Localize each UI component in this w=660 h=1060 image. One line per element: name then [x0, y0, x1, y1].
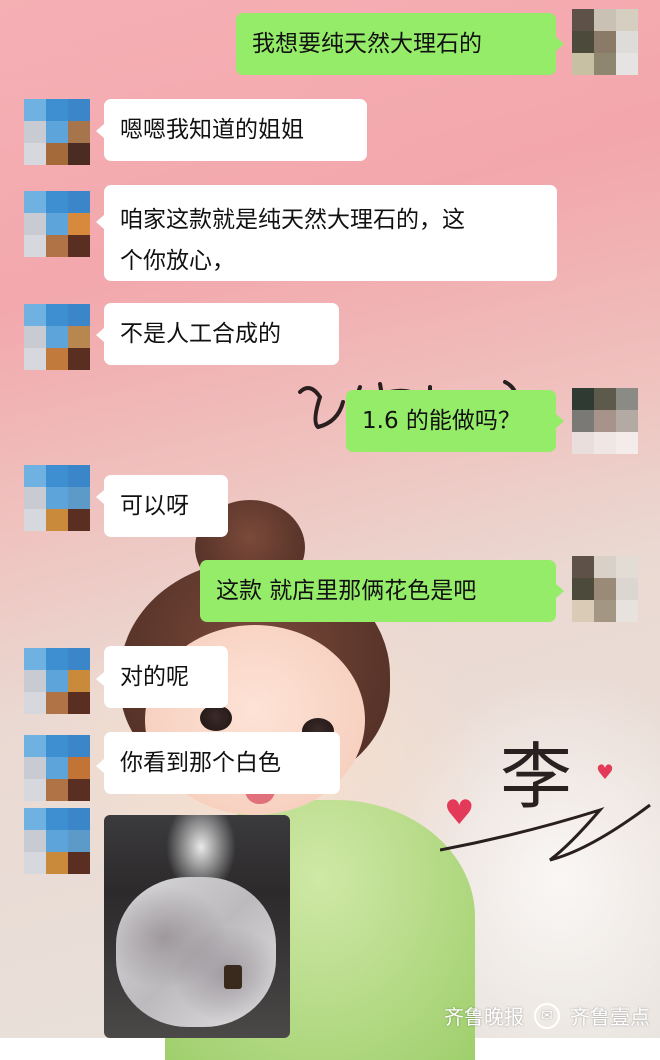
bubble-tail [96, 124, 104, 138]
message-bubble-incoming[interactable]: 嗯嗯我知道的姐姐 [104, 99, 367, 161]
wallpaper-girl-eye-left [200, 705, 232, 731]
contact-avatar[interactable] [24, 99, 90, 165]
contact-avatar[interactable] [24, 465, 90, 531]
table-decor [224, 965, 242, 989]
photo-message[interactable] [104, 815, 290, 1038]
my-avatar[interactable] [572, 556, 638, 622]
bubble-tail [96, 672, 104, 686]
message-bubble-incoming[interactable]: 你看到那个白色 [104, 732, 340, 794]
contact-avatar[interactable] [24, 191, 90, 257]
my-avatar[interactable] [572, 388, 638, 454]
watermark: 齐鲁晚报 ✉ 齐鲁壹点 [444, 1001, 650, 1030]
message-bubble-outgoing[interactable]: 这款 就店里那俩花色是吧 [200, 560, 556, 622]
bubble-tail [96, 490, 104, 504]
bubble-tail [556, 584, 564, 598]
my-avatar[interactable] [572, 9, 638, 75]
message-bubble-outgoing[interactable]: 1.6 的能做吗？ [346, 390, 556, 452]
bubble-tail [96, 759, 104, 773]
message-bubble-incoming[interactable]: 对的呢 [104, 646, 228, 708]
bubble-tail [556, 37, 564, 51]
message-bubble-incoming[interactable]: 咱家这款就是纯天然大理石的，这 个你放心， [104, 185, 557, 281]
contact-avatar[interactable] [24, 648, 90, 714]
heart-icon: ♥ [444, 793, 475, 833]
message-bubble-incoming[interactable]: 不是人工合成的 [104, 303, 339, 365]
message-bubble-incoming[interactable]: 可以呀 [104, 475, 228, 537]
marble-tabletop [116, 877, 276, 1027]
watermark-right: 齐鲁壹点 [570, 1005, 650, 1029]
message-line: 个你放心， [120, 248, 235, 274]
message-line: 咱家这款就是纯天然大理石的，这 [120, 207, 465, 233]
watermark-badge-icon: ✉ [534, 1002, 560, 1029]
small-heart-icon: ♥ [596, 760, 614, 784]
contact-avatar[interactable] [24, 304, 90, 370]
message-bubble-outgoing[interactable]: 我想要纯天然大理石的 [236, 13, 556, 75]
bubble-tail [96, 215, 104, 229]
contact-avatar[interactable] [24, 735, 90, 801]
bubble-tail [556, 414, 564, 428]
contact-avatar[interactable] [24, 808, 90, 874]
bubble-tail [96, 328, 104, 342]
watermark-left: 齐鲁晚报 [444, 1005, 524, 1029]
